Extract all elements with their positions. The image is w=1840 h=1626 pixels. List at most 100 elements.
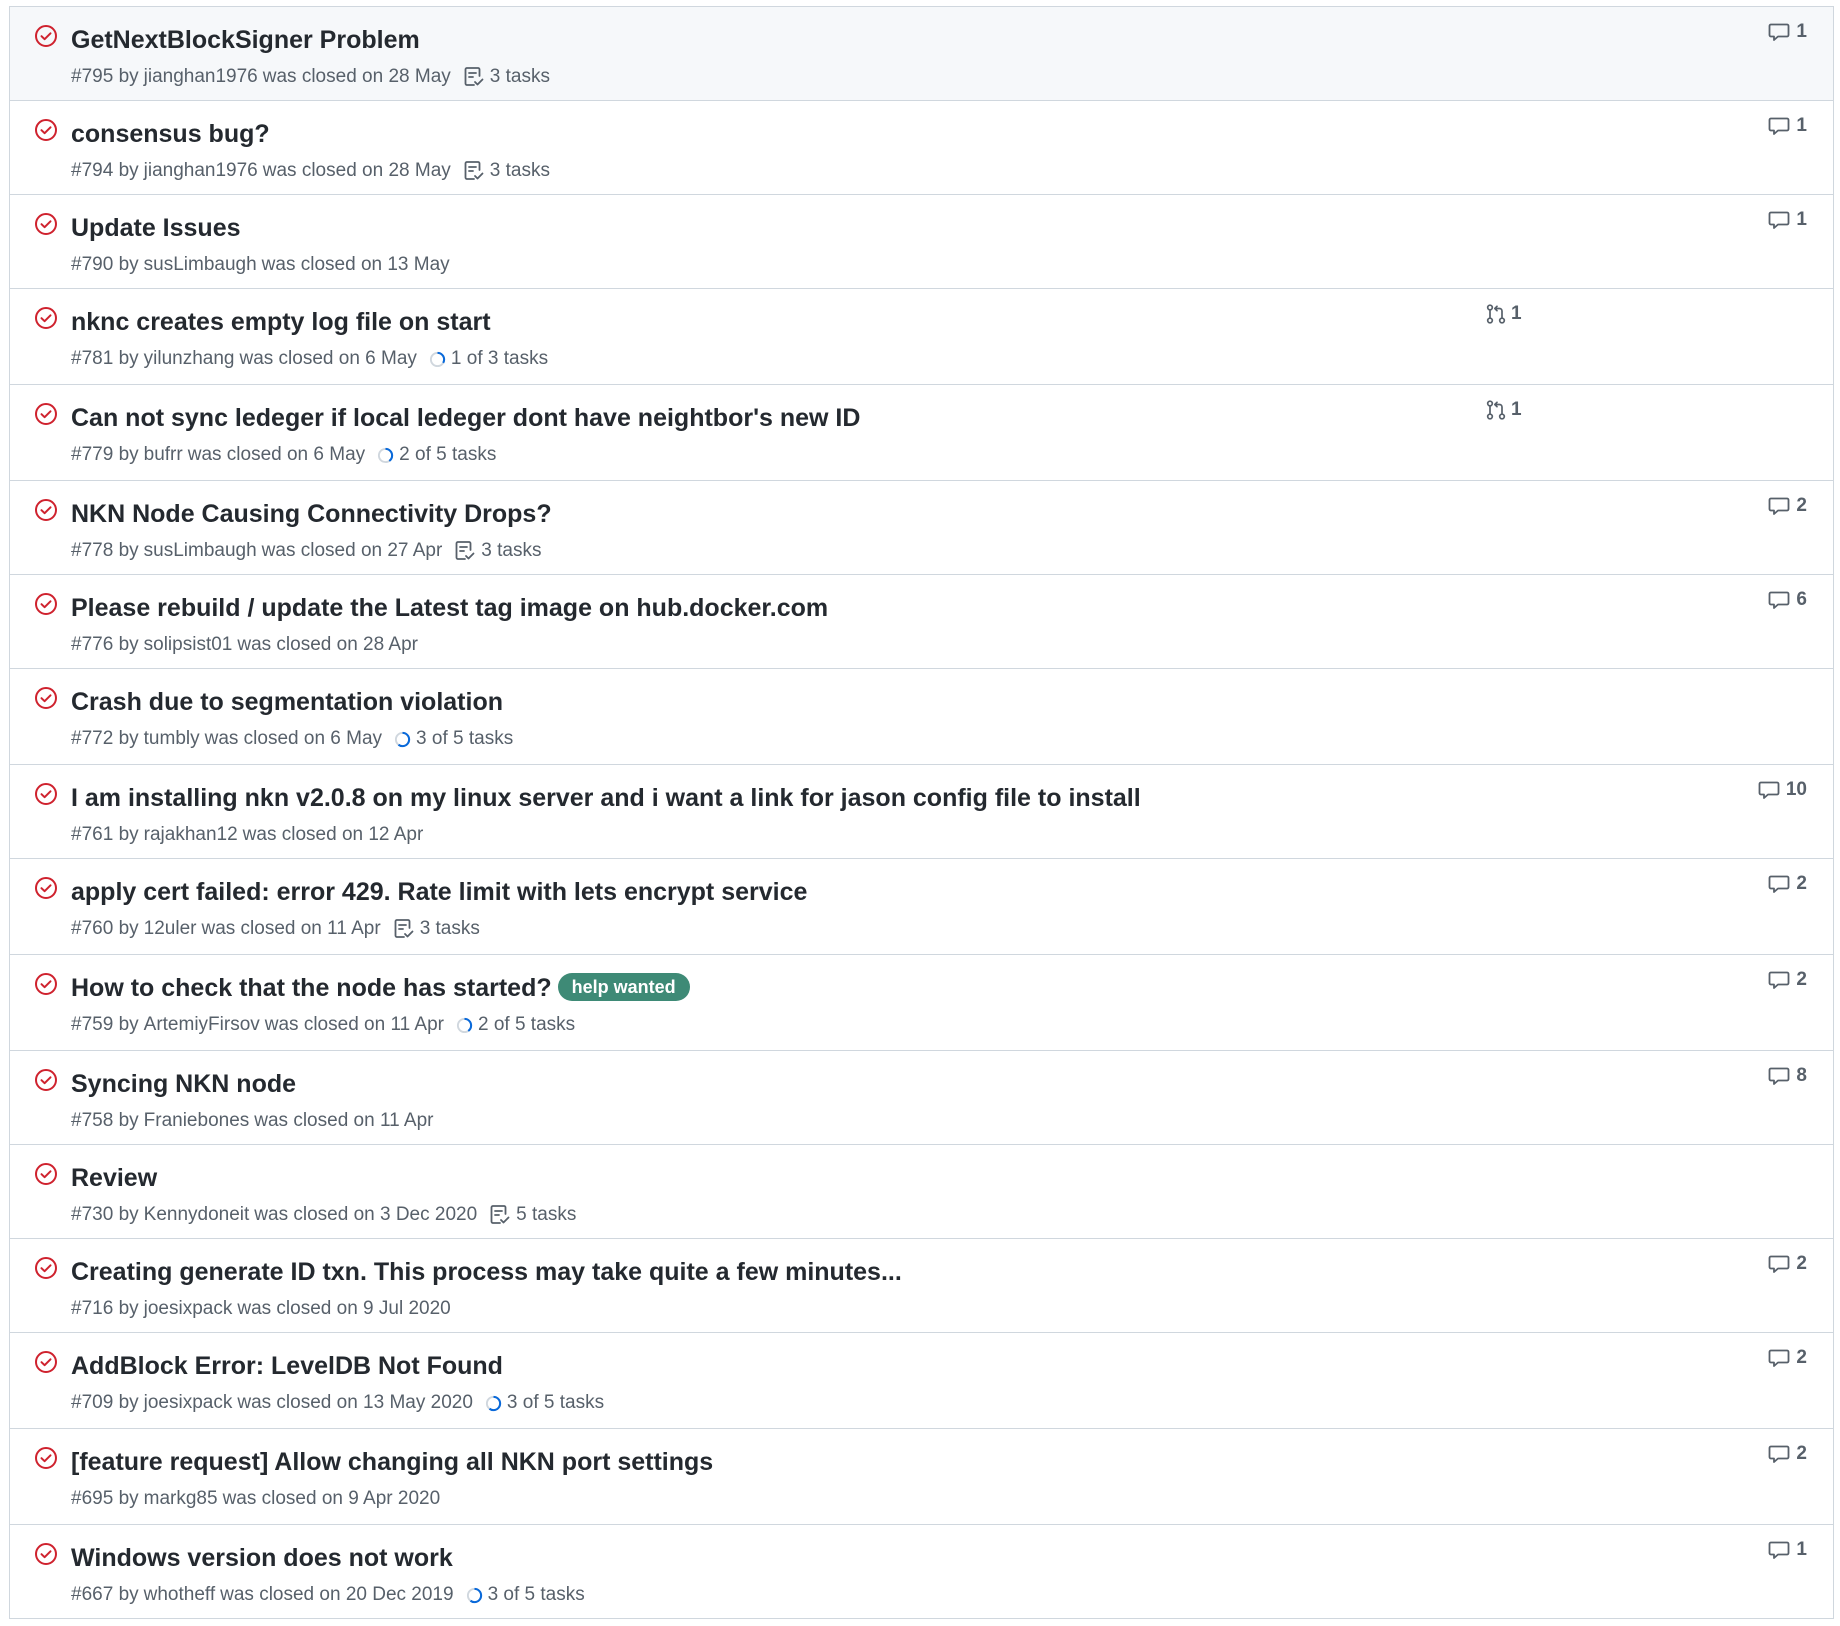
meta-by: by <box>118 824 139 845</box>
issue-row[interactable]: apply cert failed: error 429. Rate limit… <box>10 859 1833 955</box>
comments-link[interactable]: 1 <box>1768 115 1807 137</box>
meta-closed-on: was closed on <box>222 1488 343 1509</box>
comments-link[interactable]: 1 <box>1768 21 1807 43</box>
issue-author-link[interactable]: 12uler <box>144 917 197 941</box>
issue-row[interactable]: Crash due to segmentation violation #772 … <box>10 669 1833 765</box>
issue-author-link[interactable]: jianghan1976 <box>144 65 258 89</box>
issue-title-link[interactable]: [feature request] Allow changing all NKN… <box>71 1447 713 1477</box>
issue-row[interactable]: nknc creates empty log file on start #781… <box>10 289 1833 385</box>
issue-number: #772 <box>71 728 114 749</box>
issue-title-link[interactable]: AddBlock Error: LevelDB Not Found <box>71 1351 503 1381</box>
issue-author-link[interactable]: whotheff <box>144 1583 215 1607</box>
comment-icon <box>1768 495 1796 517</box>
issue-author-link[interactable]: joesixpack <box>144 1391 233 1415</box>
issue-meta: #716 by joesixpack was closed on 9 Jul 202… <box>71 1297 451 1321</box>
issue-title-link[interactable]: consensus bug? <box>71 119 270 149</box>
issue-title-text: Windows version does not work <box>71 1544 453 1572</box>
issue-title-link[interactable]: Windows version does not work <box>71 1543 453 1573</box>
issue-author-link[interactable]: susLimbaugh <box>144 539 257 563</box>
issue-author-link[interactable]: rajakhan12 <box>144 823 238 847</box>
comments-link[interactable]: 2 <box>1768 873 1807 895</box>
checklist-icon <box>489 1204 516 1226</box>
issue-author-link[interactable]: joesixpack <box>144 1297 233 1321</box>
issue-row[interactable]: NKN Node Causing Connectivity Drops? #778… <box>10 481 1833 575</box>
issue-title-link[interactable]: I am installing nkn v2.0.8 on my linux s… <box>71 783 1141 813</box>
issue-title-link[interactable]: Creating generate ID txn. This process m… <box>71 1257 902 1287</box>
comments-link[interactable]: 1 <box>1768 209 1807 231</box>
issue-title-link[interactable]: Please rebuild / update the Latest tag i… <box>71 593 828 623</box>
comments-link[interactable]: 10 <box>1758 779 1807 801</box>
comments-link[interactable]: 2 <box>1768 1443 1807 1465</box>
meta-closed-on: was closed on <box>262 160 384 181</box>
issue-author-link[interactable]: bufrr <box>144 443 183 467</box>
meta-closed-on: was closed on <box>254 1204 375 1225</box>
issue-row[interactable]: GetNextBlockSigner Problem #795 by jiangha… <box>10 7 1833 101</box>
issue-row[interactable]: Syncing NKN node #758 by Franiebones was cl… <box>10 1051 1833 1145</box>
issue-title-link[interactable]: Update Issues <box>71 213 241 243</box>
issue-author-link[interactable]: susLimbaugh <box>144 253 257 277</box>
issue-meta: #790 by susLimbaugh was closed on 13 May <box>71 253 450 277</box>
issue-row[interactable]: Please rebuild / update the Latest tag i… <box>10 575 1833 669</box>
pull-request-icon <box>1485 303 1511 325</box>
issue-row[interactable]: AddBlock Error: LevelDB Not Found #709 by… <box>10 1333 1833 1429</box>
comment-icon <box>1768 1253 1796 1275</box>
issue-title-link[interactable]: NKN Node Causing Connectivity Drops? <box>71 499 552 529</box>
meta-by: by <box>118 1584 139 1605</box>
issue-row[interactable]: [feature request] Allow changing all NKN… <box>10 1429 1833 1525</box>
issue-author-link[interactable]: jianghan1976 <box>144 159 258 183</box>
issue-meta: #781 by yilunzhang was closed on 6 May 1 of… <box>71 347 548 371</box>
task-progress: 3 tasks <box>463 159 550 183</box>
comments-link[interactable]: 2 <box>1768 1347 1807 1369</box>
comment-icon <box>1768 589 1796 611</box>
comments-link[interactable]: 2 <box>1768 1253 1807 1275</box>
comments-link[interactable]: 2 <box>1768 495 1807 517</box>
issue-title-link[interactable]: GetNextBlockSigner Problem <box>71 25 420 55</box>
comment-icon <box>1768 21 1796 43</box>
task-progress: 3 tasks <box>463 65 550 89</box>
issue-author-link[interactable]: solipsist01 <box>144 633 233 657</box>
checklist-icon <box>463 66 490 88</box>
issue-author-link[interactable]: markg85 <box>144 1487 218 1511</box>
label-help-wanted[interactable]: help wanted <box>557 973 690 1001</box>
issue-meta: #759 by ArtemiyFirsov was closed on 11 Apr… <box>71 1013 575 1037</box>
linked-pull-request-link[interactable]: 1 <box>1485 399 1522 421</box>
comments-link[interactable]: 6 <box>1768 589 1807 611</box>
comment-icon <box>1768 1065 1796 1087</box>
comments-link[interactable]: 1 <box>1768 1539 1807 1561</box>
issue-title-link[interactable]: Can not sync ledeger if local ledeger do… <box>71 403 860 433</box>
issue-closed-date: 27 Apr <box>387 540 443 561</box>
issue-closed-icon <box>34 972 58 996</box>
linked-pull-request-link[interactable]: 1 <box>1485 303 1522 325</box>
issue-row[interactable]: How to check that the node has started? h… <box>10 955 1833 1051</box>
meta-by: by <box>118 918 139 939</box>
issue-title-link[interactable]: apply cert failed: error 429. Rate limit… <box>71 877 807 907</box>
issue-title-link[interactable]: How to check that the node has started? h… <box>71 973 690 1003</box>
issue-row[interactable]: Review #730 by Kennydoneit was closed on 3 … <box>10 1145 1833 1239</box>
issue-author-link[interactable]: Franiebones <box>144 1109 250 1133</box>
progress-ring-icon <box>466 1587 488 1604</box>
comments-link[interactable]: 2 <box>1768 969 1807 991</box>
issue-row[interactable]: Windows version does not work #667 by whot… <box>10 1525 1833 1619</box>
issue-row[interactable]: I am installing nkn v2.0.8 on my linux s… <box>10 765 1833 859</box>
issue-row[interactable]: Can not sync ledeger if local ledeger do… <box>10 385 1833 481</box>
issue-row[interactable]: consensus bug? #794 by jianghan1976 was clo… <box>10 101 1833 195</box>
issue-title-link[interactable]: Review <box>71 1163 157 1193</box>
meta-closed-on: was closed on <box>239 348 360 369</box>
issue-title-text: nknc creates empty log file on start <box>71 308 491 336</box>
issue-author-link[interactable]: tumbly <box>144 727 200 751</box>
comments-link[interactable]: 8 <box>1768 1065 1807 1087</box>
comment-count: 2 <box>1796 969 1807 990</box>
task-count: 3 tasks <box>481 540 542 561</box>
issue-author-link[interactable]: ArtemiyFirsov <box>144 1013 260 1037</box>
issue-row[interactable]: Update Issues #790 by susLimbaugh was close… <box>10 195 1833 289</box>
issue-title-link[interactable]: Crash due to segmentation violation <box>71 687 503 717</box>
issue-title-link[interactable]: nknc creates empty log file on start <box>71 307 491 337</box>
issue-author-link[interactable]: yilunzhang <box>144 347 235 371</box>
issue-author-link[interactable]: Kennydoneit <box>144 1203 250 1227</box>
issue-closed-icon <box>34 212 58 236</box>
issue-number: #758 <box>71 1110 114 1131</box>
issue-row[interactable]: Creating generate ID txn. This process m… <box>10 1239 1833 1333</box>
issue-closed-icon <box>34 782 58 806</box>
issue-title-link[interactable]: Syncing NKN node <box>71 1069 296 1099</box>
meta-closed-on: was closed on <box>237 1392 358 1413</box>
